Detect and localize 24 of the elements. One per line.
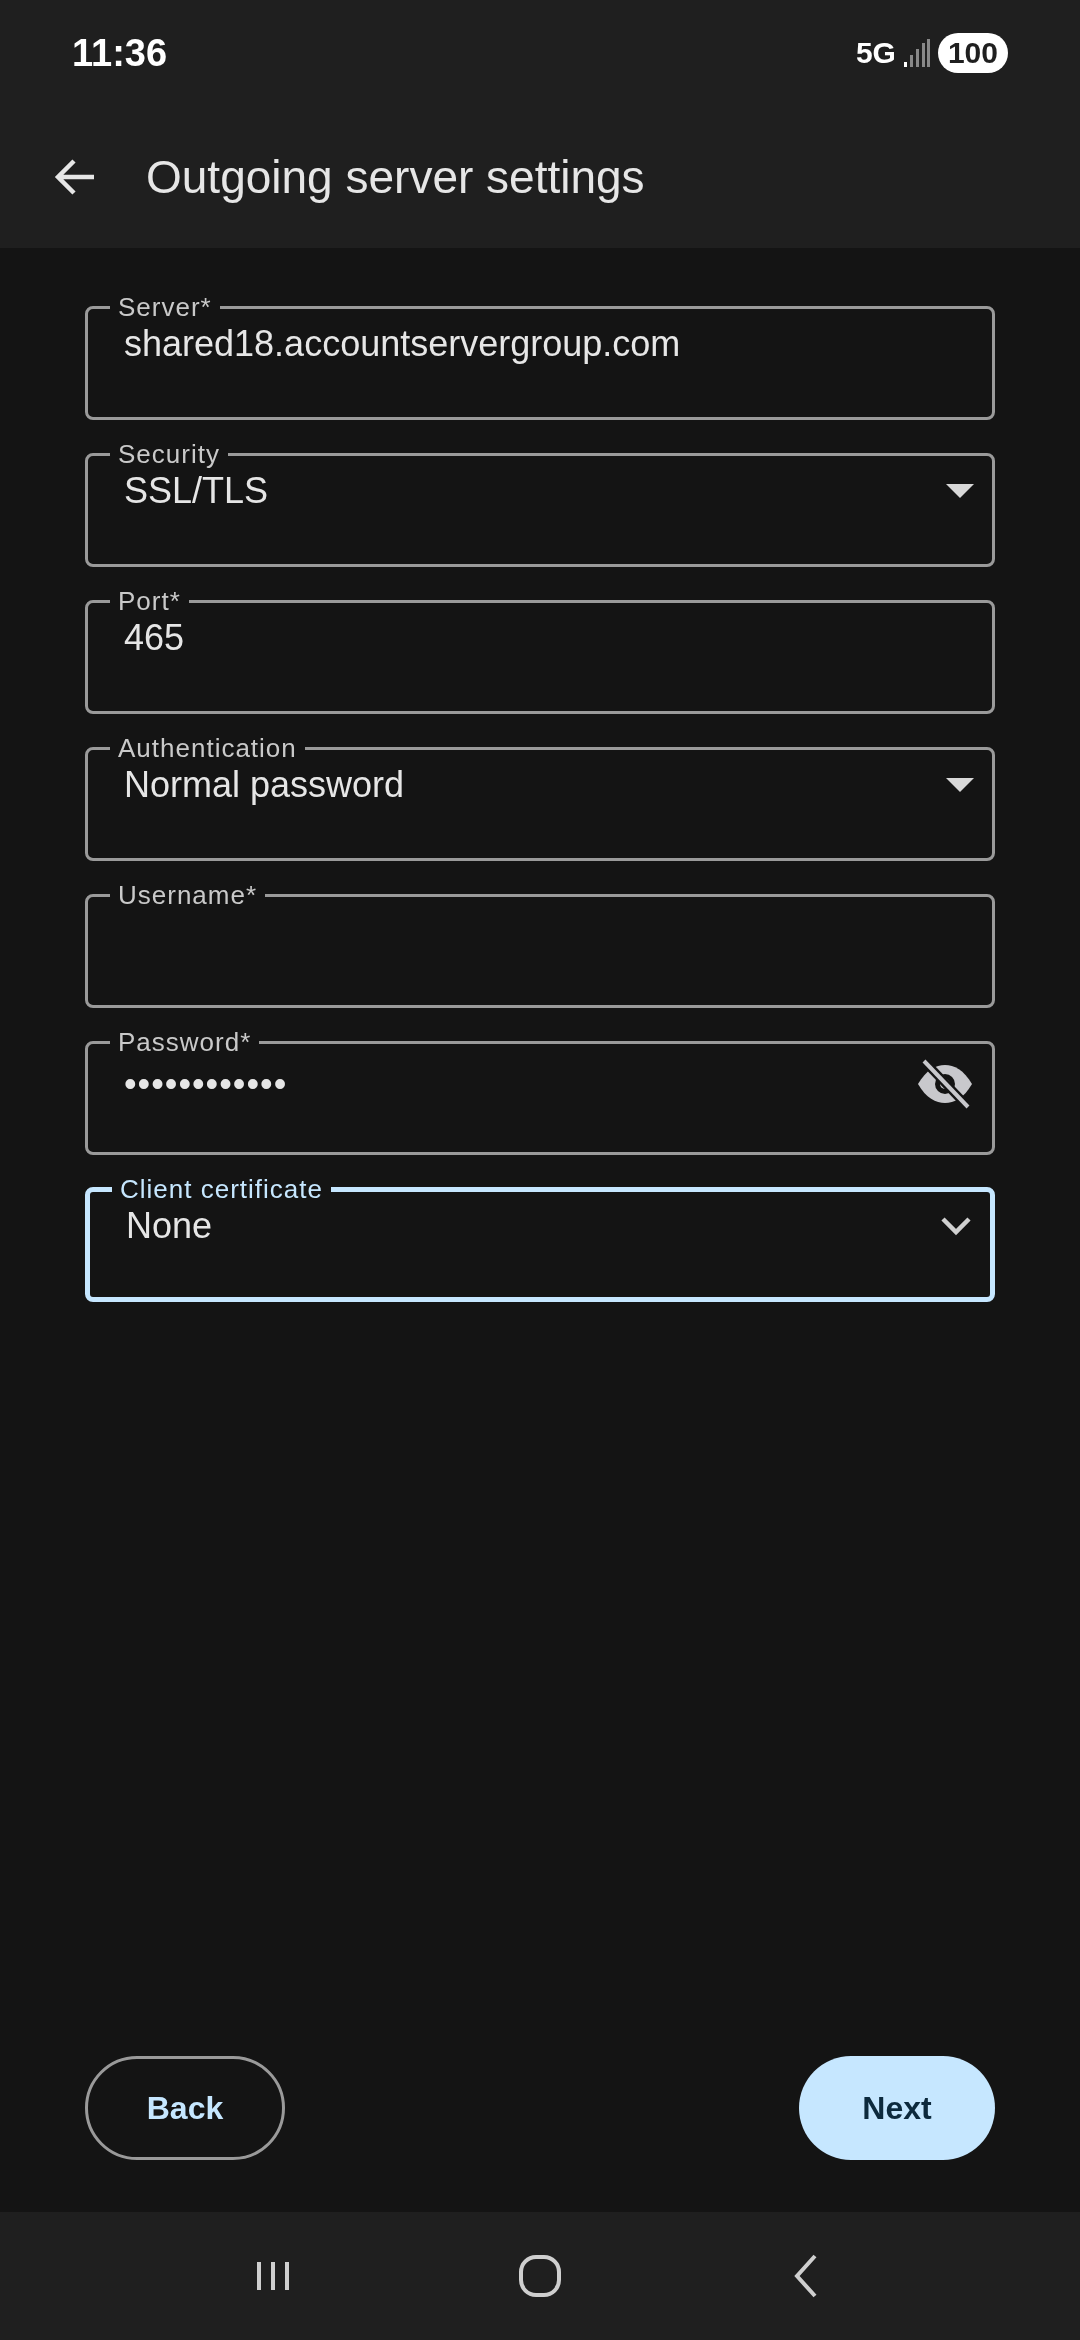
field-label: Server*: [117, 292, 213, 323]
field-label: Password*: [117, 1027, 253, 1058]
back-button[interactable]: Back: [85, 2056, 285, 2160]
field-value: ••••••••••••: [124, 1063, 288, 1105]
field-value: SSL/TLS: [124, 470, 269, 512]
dropdown-arrow-icon: [946, 484, 974, 498]
field-value: Normal password: [124, 764, 405, 806]
next-button[interactable]: Next: [799, 2056, 995, 2160]
signal-icon: [903, 39, 930, 67]
clock-time: 11:36: [72, 31, 168, 75]
field-value: shared18.accountservergroup.com: [124, 323, 681, 365]
field-value: 465: [124, 617, 185, 659]
field-label: Client certificate: [119, 1174, 324, 1205]
screen-title: Outgoing server settings: [146, 150, 645, 204]
field-value: None: [126, 1205, 213, 1247]
dropdown-arrow-icon: [946, 778, 974, 792]
battery-level: 100: [937, 33, 1008, 73]
field-label: Authentication: [117, 733, 298, 764]
network-type: 5G: [855, 36, 896, 70]
field-label: Security: [117, 439, 221, 470]
field-label: Port*: [117, 586, 182, 617]
eye-slash-icon[interactable]: [916, 1058, 974, 1110]
chevron-down-icon: [940, 1216, 972, 1236]
field-label: Username*: [117, 880, 259, 911]
